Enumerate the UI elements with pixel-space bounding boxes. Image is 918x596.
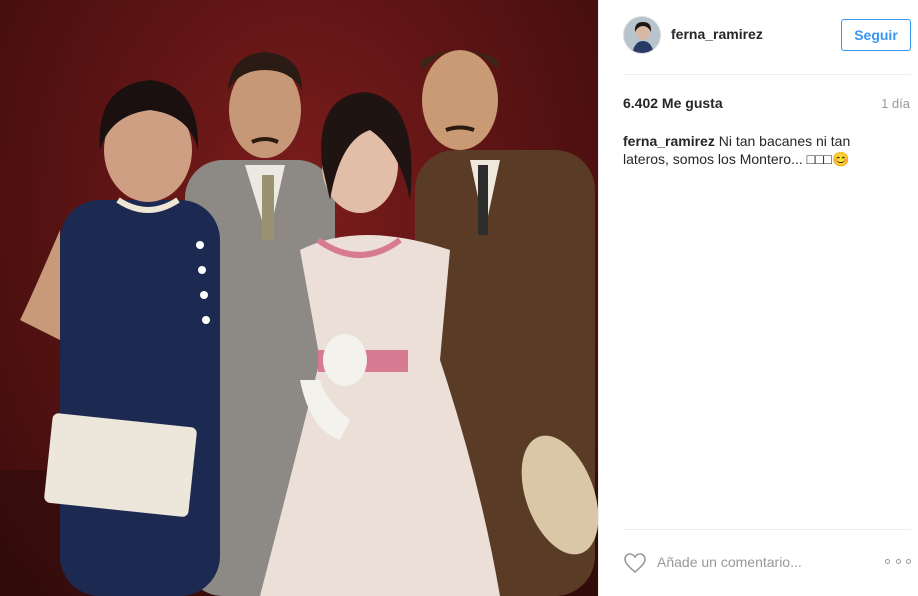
dot-icon <box>895 558 901 564</box>
follow-button[interactable]: Seguir <box>841 19 911 51</box>
avatar-image <box>624 17 660 53</box>
heart-outline-icon[interactable] <box>623 552 647 574</box>
header-divider <box>623 74 911 75</box>
post-caption: ferna_ramirez Ni tan bacanes ni tan late… <box>623 132 873 168</box>
dot-icon <box>906 558 911 564</box>
avatar[interactable] <box>623 16 661 54</box>
family-portrait-illustration <box>0 50 598 596</box>
caption-username[interactable]: ferna_ramirez <box>623 133 715 149</box>
post-photo[interactable] <box>0 0 598 596</box>
username-link[interactable]: ferna_ramirez <box>671 26 763 42</box>
dot-icon <box>885 558 890 564</box>
comment-bar <box>599 530 918 596</box>
post-timestamp[interactable]: 1 día <box>881 96 910 111</box>
comment-input[interactable] <box>657 548 857 576</box>
more-options-icon[interactable] <box>885 554 911 568</box>
post-header: ferna_ramirez Seguir <box>599 0 918 74</box>
likes-count[interactable]: 6.402 Me gusta <box>623 95 723 111</box>
post-side-panel: ferna_ramirez Seguir 6.402 Me gusta 1 dí… <box>598 0 918 596</box>
